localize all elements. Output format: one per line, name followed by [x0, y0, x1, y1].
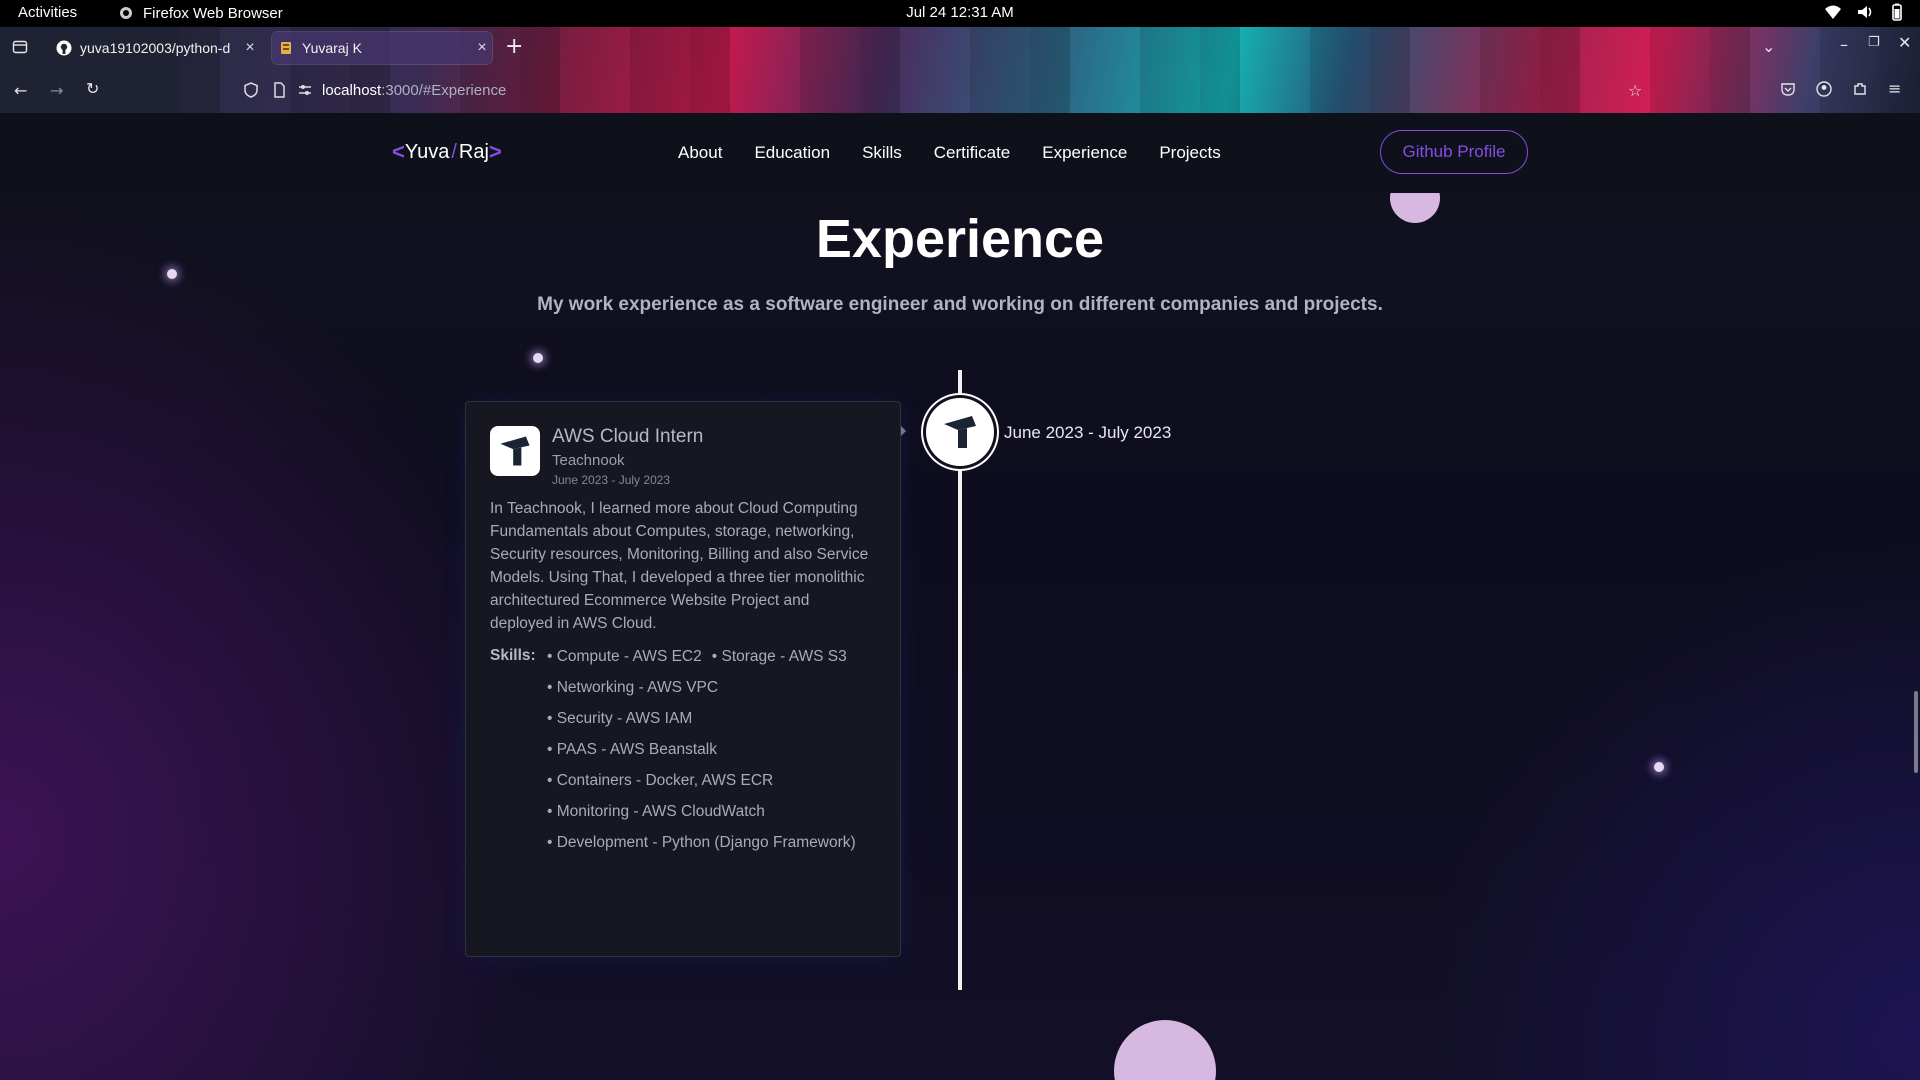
- section-subtitle: My work experience as a software enginee…: [537, 294, 1383, 315]
- section-title: Experience: [815, 209, 1105, 269]
- browser-chrome: yuva19102003/python-d × Yuvaraj K × + ⌄ …: [0, 27, 1920, 113]
- decorative-star: [1654, 762, 1664, 772]
- activities-button[interactable]: Activities: [18, 4, 77, 21]
- url-bar[interactable]: localhost:3000/#Experience: [180, 72, 1660, 108]
- system-tray[interactable]: [1824, 3, 1906, 21]
- experience-card[interactable]: AWS Cloud Intern Teachnook June 2023 - J…: [465, 401, 901, 957]
- firefox-icon: [120, 7, 132, 19]
- skill-item: • PAAS - AWS Beanstalk: [547, 741, 717, 758]
- nav-link-about[interactable]: About: [678, 143, 722, 163]
- skill-item: • Storage - AWS S3: [711, 648, 847, 665]
- url-host: localhost: [322, 81, 382, 99]
- chevron-right-icon: >: [488, 139, 502, 164]
- system-top-bar: Activities Firefox Web Browser Jul 24 12…: [0, 0, 1920, 27]
- job-role: AWS Cloud Intern: [552, 426, 704, 447]
- timeline-dot: [926, 398, 994, 466]
- tab-list-chevron-down-icon[interactable]: ⌄: [1762, 37, 1775, 56]
- bookmark-star-icon[interactable]: ☆: [1628, 81, 1642, 100]
- job-description: In Teachnook, I learned more about Cloud…: [490, 500, 869, 632]
- site-navbar: < Yuva / Raj > About Education Skills Ce…: [0, 113, 1920, 193]
- volume-icon: [1858, 6, 1872, 18]
- logo-separator: /: [451, 140, 457, 163]
- tab-label: yuva19102003/python-d: [80, 40, 231, 56]
- nav-links: About Education Skills Certificate Exper…: [678, 143, 1221, 163]
- battery-icon: [1892, 3, 1902, 21]
- hamburger-menu-icon[interactable]: ≡: [1888, 79, 1901, 98]
- minimize-window-icon[interactable]: –: [1840, 35, 1848, 54]
- pocket-icon[interactable]: [1780, 81, 1796, 101]
- page-info-icon[interactable]: [270, 81, 288, 99]
- decorative-orb: [1114, 1020, 1216, 1080]
- logo-last-name: Raj: [458, 140, 489, 163]
- timeline-date: June 2023 - July 2023: [1004, 423, 1172, 442]
- job-date: June 2023 - July 2023: [552, 473, 671, 487]
- skill-item: • Networking - AWS VPC: [547, 679, 719, 696]
- skill-item: • Containers - Docker, AWS ECR: [547, 772, 774, 789]
- nav-link-projects[interactable]: Projects: [1159, 143, 1220, 163]
- skills-label: Skills:: [490, 647, 536, 664]
- app-name: Firefox Web Browser: [143, 4, 283, 22]
- nav-link-certificate[interactable]: Certificate: [934, 143, 1011, 163]
- skills-list: • Compute - AWS EC2 • Storage - AWS S3 •…: [547, 645, 876, 862]
- chevron-left-icon: <: [392, 139, 405, 164]
- company-logo: [490, 426, 540, 476]
- account-icon[interactable]: [1816, 81, 1832, 101]
- page-scrollbar[interactable]: [1914, 691, 1918, 773]
- tab-overview-icon[interactable]: [12, 39, 28, 59]
- skill-item: • Monitoring - AWS CloudWatch: [547, 803, 765, 820]
- url-path: :3000/#Experience: [381, 81, 507, 99]
- new-tab-button[interactable]: +: [505, 34, 523, 59]
- decorative-star: [533, 353, 543, 363]
- github-icon: [56, 40, 72, 56]
- tab-label: Yuvaraj K: [302, 40, 362, 56]
- nav-link-skills[interactable]: Skills: [862, 143, 902, 163]
- teachnook-logo-icon: [944, 416, 976, 448]
- reload-icon[interactable]: ↻: [86, 79, 99, 98]
- nav-link-experience[interactable]: Experience: [1042, 143, 1127, 163]
- back-arrow-icon[interactable]: ←: [14, 81, 27, 100]
- clock[interactable]: Jul 24 12:31 AM: [906, 4, 1014, 21]
- skills-section: Skills: • Compute - AWS EC2 • Storage - …: [490, 645, 876, 862]
- github-profile-button[interactable]: Github Profile: [1380, 130, 1528, 174]
- tab-github[interactable]: yuva19102003/python-d ×: [50, 32, 260, 64]
- nav-link-education[interactable]: Education: [754, 143, 830, 163]
- permissions-icon[interactable]: [296, 81, 314, 99]
- close-tab-icon[interactable]: ×: [472, 39, 492, 57]
- skill-item: • Development - Python (Django Framework…: [547, 834, 856, 851]
- decorative-star: [167, 269, 177, 279]
- wifi-icon: [1825, 5, 1841, 19]
- extensions-icon[interactable]: [1852, 81, 1868, 101]
- close-window-icon[interactable]: ✕: [1898, 33, 1911, 52]
- skill-item: • Compute - AWS EC2: [547, 648, 702, 665]
- teachnook-logo-icon: [500, 436, 530, 466]
- restore-window-icon[interactable]: ❐: [1868, 35, 1880, 50]
- portfolio-page: < Yuva / Raj > About Education Skills Ce…: [0, 113, 1920, 1080]
- site-logo[interactable]: < Yuva / Raj >: [392, 139, 502, 165]
- tab-yuvaraj[interactable]: Yuvaraj K ×: [272, 32, 492, 64]
- site-favicon-icon: [281, 42, 291, 54]
- skill-item: • Security - AWS IAM: [547, 710, 693, 727]
- forward-arrow-icon[interactable]: →: [50, 81, 63, 100]
- tracking-shield-icon[interactable]: [242, 81, 260, 99]
- logo-first-name: Yuva: [404, 140, 450, 163]
- close-tab-icon[interactable]: ×: [240, 39, 260, 57]
- company-name: Teachnook: [552, 452, 625, 469]
- app-menu[interactable]: Firefox Web Browser: [117, 4, 283, 22]
